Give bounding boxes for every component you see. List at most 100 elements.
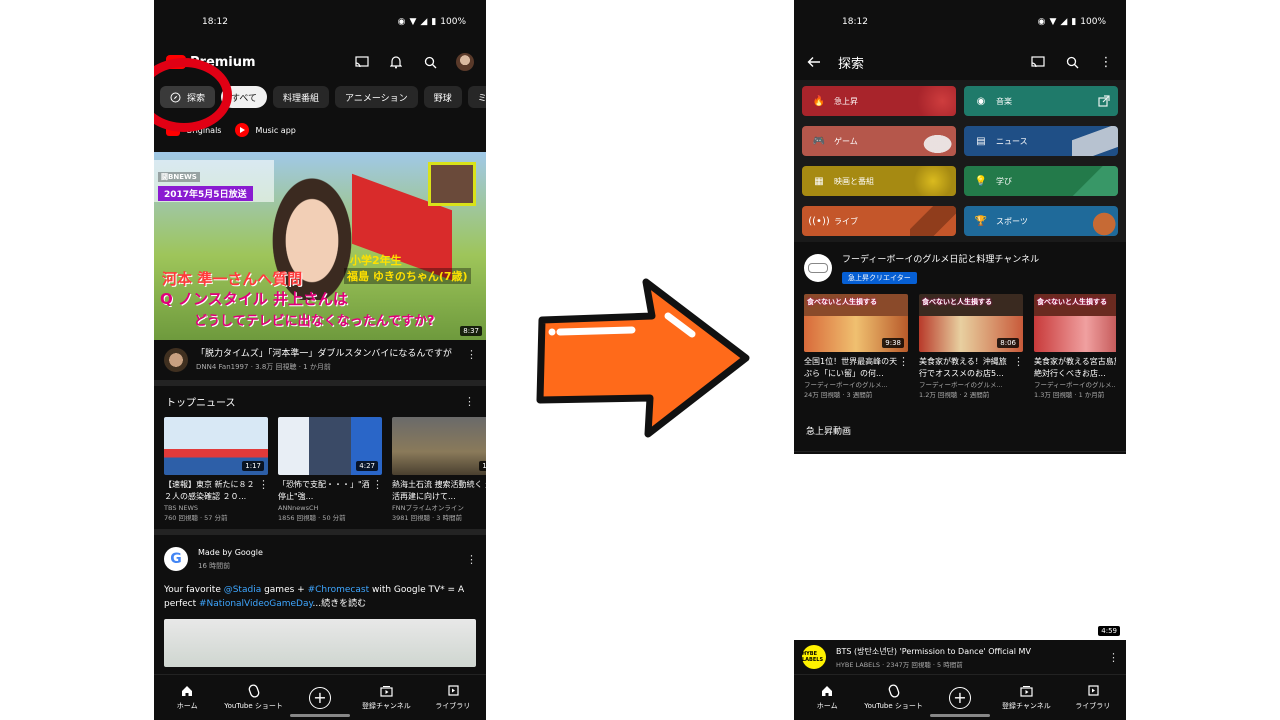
subscriptions-icon [1020, 684, 1033, 698]
plus-icon: + [308, 686, 331, 709]
chip-baseball[interactable]: 野球 [423, 86, 462, 108]
originals-link[interactable]: Originals [166, 124, 221, 136]
inset-portrait [428, 162, 476, 206]
category-live[interactable]: ((•)) ライブ [802, 206, 956, 236]
filter-chips: 探索 すべて 料理番組 アニメーション 野球 ミッ [154, 80, 486, 114]
nav-subscriptions[interactable]: 登録チャンネル [996, 684, 1056, 711]
channel-avatar[interactable] [164, 348, 188, 372]
explore-categories: 🔥 急上昇 ◉ 音楽 🎮 ゲーム ▤ ニュース ▦ 映画と番組 💡 学び ((•… [794, 80, 1126, 242]
eye-icon: ◉ [397, 17, 406, 27]
nav-shorts[interactable]: YouTube ショート [864, 684, 924, 711]
open-external-icon [1072, 86, 1118, 116]
search-icon[interactable] [1064, 54, 1080, 70]
library-icon [1087, 684, 1099, 698]
nav-create[interactable]: + [930, 686, 990, 709]
mini-video-duration: 4:59 [1098, 626, 1120, 636]
status-bar: 18:12 ◉ ▼ ◢ ▮ 100% [842, 17, 1106, 27]
film-icon: ▦ [814, 175, 824, 187]
video-subtitle: DNN4 Fan1997 · 3.8万 回視聴 · 1 か月前 [196, 363, 331, 371]
chip-anime[interactable]: アニメーション [335, 86, 418, 108]
home-icon [821, 684, 833, 698]
more-vert-icon[interactable]: ⋮ [466, 348, 477, 372]
chip-more[interactable]: ミッ [467, 86, 486, 108]
chip-all[interactable]: すべて [221, 86, 268, 108]
video-title[interactable]: BTS (방탄소년단) 'Permission to Dance' Offici… [836, 646, 1098, 657]
trending-videos-label: 急上昇動画 [794, 410, 1126, 452]
channel-avatar[interactable]: HYBE LABELS [802, 645, 826, 669]
nav-subscriptions[interactable]: 登録チャンネル [356, 684, 416, 711]
video-loading-area[interactable]: 4:59 [794, 454, 1126, 640]
battery-icon: ▮ [431, 17, 437, 27]
main-video-thumbnail[interactable]: 闘BNEWS 2017年5月5日放送 小学2年生 福島 ゆきのちゃん(7歳) 河… [154, 152, 486, 340]
more-vert-icon[interactable]: ⋮ [1108, 651, 1119, 664]
category-sports[interactable]: 🏆 スポーツ [964, 206, 1118, 236]
more-vert-icon[interactable]: ⋮ [898, 356, 909, 380]
more-vert-icon[interactable]: ⋮ [1013, 356, 1024, 380]
google-logo-icon[interactable]: G [164, 547, 188, 571]
music-app-icon [235, 123, 250, 137]
nav-home[interactable]: ホーム [157, 684, 217, 711]
nav-library[interactable]: ライブラリ [1063, 684, 1123, 711]
cast-icon[interactable] [1030, 54, 1046, 70]
plus-icon: + [948, 686, 971, 709]
trending-creator-section: フーディーボーイのグルメ日記と料理チャンネル 急上昇クリエイター 食べないと人生… [794, 242, 1126, 410]
more-vert-icon[interactable]: ⋮ [372, 479, 383, 503]
category-music[interactable]: ◉ 音楽 [964, 86, 1118, 116]
creator-video-card[interactable]: 食べないと人生損する 8:06 美食家が教える！沖縄旅行でオススメのお店5...… [919, 294, 1024, 400]
compass-icon [170, 92, 181, 102]
music-app-link[interactable]: Music app [235, 123, 296, 137]
youtube-premium-logo[interactable]: Premium [166, 55, 256, 70]
more-vert-icon[interactable]: ⋮ [258, 479, 269, 503]
subscriptions-icon [380, 684, 393, 698]
creator-video-card[interactable]: 食べないと人生損する 9: 美食家が教える宮古島旅行で絶対行くべきお店... フ… [1034, 294, 1116, 400]
status-time: 18:12 [202, 17, 228, 27]
community-post: G Made by Google 16 時間前 ⋮ Your favorite … [154, 535, 486, 679]
youtube-logo-icon [166, 55, 186, 69]
chip-explore[interactable]: 探索 [160, 86, 216, 108]
post-image[interactable] [164, 619, 476, 667]
top-news-row: 1:17 【速報】東京 新たに８２２人の感染確認 ２０... ⋮ TBS NEWS… [154, 417, 486, 523]
gamepad-icon: 🎮 [812, 135, 826, 147]
creator-videos: 食べないと人生損する 9:38 全国1位！世界最高峰の天ぷら「にい留」の何...… [804, 294, 1116, 400]
news-card[interactable]: 1: 熱海土石流 捜索活動続く 生活再建に向けて... FNNプライムオンライン… [392, 417, 486, 523]
top-app-bar: Premium [154, 44, 486, 80]
bell-icon[interactable] [388, 54, 404, 70]
nav-home[interactable]: ホーム [797, 684, 857, 711]
nav-library[interactable]: ライブラリ [423, 684, 483, 711]
shorts-icon [248, 684, 260, 698]
creator-avatar[interactable] [804, 254, 832, 282]
more-vert-icon[interactable]: ⋮ [1098, 54, 1114, 70]
post-text: Your favorite @Stadia games + #Chromecas… [164, 585, 465, 609]
category-learning[interactable]: 💡 学び [964, 166, 1118, 196]
signal-icon: ◢ [1060, 17, 1068, 27]
cast-icon[interactable] [354, 54, 370, 70]
news-card[interactable]: 4:27 「恐怖で支配・・・」"酒停止"強... ⋮ ANNnewsCH 1856… [278, 417, 383, 523]
music-icon: ◉ [976, 95, 986, 107]
trending-video-meta: HYBE LABELS BTS (방탄소년단) 'Permission to D… [794, 640, 1126, 674]
top-news-header: トップニュース ⋮ [166, 395, 475, 409]
news-card[interactable]: 1:17 【速報】東京 新たに８２２人の感染確認 ２０... ⋮ TBS NEWS… [164, 417, 269, 523]
video-title[interactable]: 「脱力タイムズ」「河本準一」ダブルスタンバイになるんですが [196, 348, 458, 360]
creator-name[interactable]: フーディーボーイのグルメ日記と料理チャンネル [842, 252, 1039, 265]
creator-video-card[interactable]: 食べないと人生損する 9:38 全国1位！世界最高峰の天ぷら「にい留」の何...… [804, 294, 909, 400]
category-news[interactable]: ▤ ニュース [964, 126, 1118, 156]
more-vert-icon[interactable]: ⋮ [466, 553, 477, 566]
trophy-icon: 🏆 [974, 215, 988, 227]
category-gaming[interactable]: 🎮 ゲーム [802, 126, 956, 156]
newspaper-icon: ▤ [976, 135, 986, 147]
chip-cooking[interactable]: 料理番組 [273, 86, 330, 108]
wifi-icon: ▼ [409, 17, 417, 27]
gesture-bar [290, 714, 350, 717]
back-arrow-icon[interactable] [806, 54, 822, 70]
category-movies[interactable]: ▦ 映画と番組 [802, 166, 956, 196]
nav-create[interactable]: + [290, 686, 350, 709]
account-avatar[interactable] [456, 53, 474, 71]
nav-shorts[interactable]: YouTube ショート [224, 684, 284, 711]
live-icon: ((•)) [808, 215, 830, 227]
category-trending[interactable]: 🔥 急上昇 [802, 86, 956, 116]
video-duration: 8:37 [460, 326, 482, 336]
eye-icon: ◉ [1037, 17, 1046, 27]
search-icon[interactable] [422, 54, 438, 70]
more-vert-icon[interactable]: ⋮ [464, 395, 475, 408]
library-icon [447, 684, 459, 698]
